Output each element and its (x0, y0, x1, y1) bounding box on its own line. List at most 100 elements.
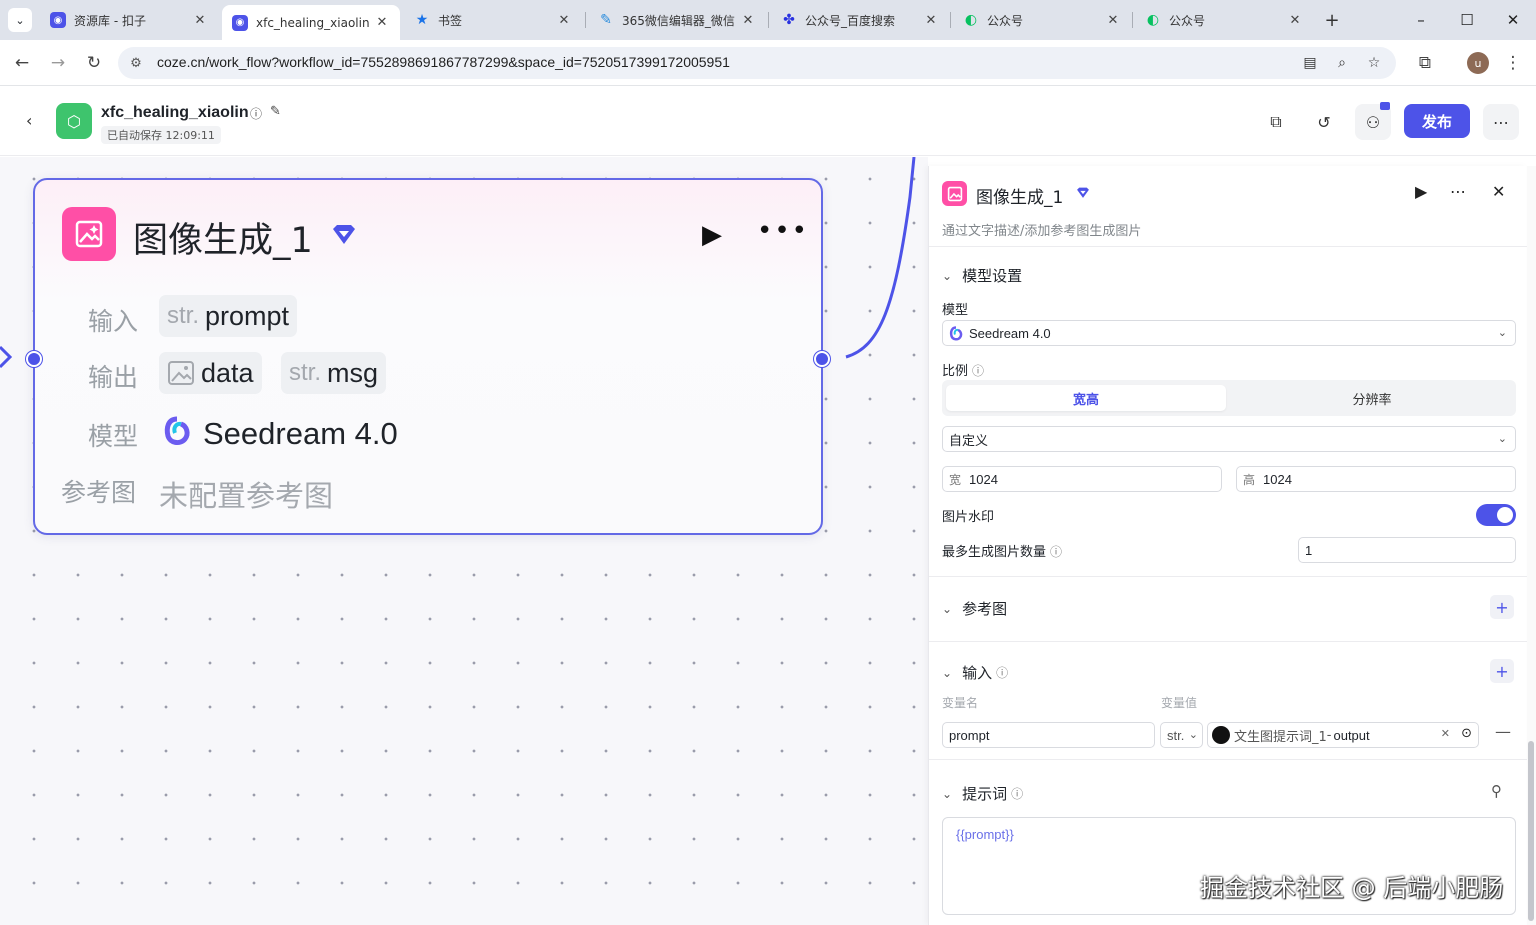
prompt-text: {{prompt}} (956, 827, 1014, 842)
height-input[interactable]: 高 1024 (1236, 466, 1516, 492)
max-images-label-text: 最多生成图片数量 (942, 545, 1047, 560)
maximize-icon[interactable]: ☐ (1453, 6, 1481, 34)
close-tab-icon[interactable]: ✕ (1287, 13, 1303, 28)
edit-icon[interactable]: ✎ (270, 104, 281, 119)
node-config-panel: 图像生成_1 ▶ ⋯ ✕ 通过文字描述/添加参考图生成图片 ⌄ 模型设置 模型 … (928, 166, 1527, 925)
info-icon[interactable]: ⓘ (1011, 785, 1023, 802)
watermark-toggle[interactable] (1476, 504, 1516, 526)
image-type-icon (168, 361, 194, 385)
browser-menu-icon[interactable]: ⋮ (1500, 50, 1526, 76)
add-input-button[interactable]: + (1490, 659, 1514, 683)
ratio-select[interactable]: 自定义 ⌄ (942, 426, 1516, 452)
reload-icon[interactable]: ↻ (81, 50, 107, 76)
bookmark-star-icon[interactable]: ☆ (1364, 53, 1384, 73)
back-arrow-icon[interactable]: ← (9, 50, 35, 76)
reference-image-section[interactable]: ⌄ 参考图 (942, 598, 1007, 619)
variable-name-input[interactable]: prompt (942, 722, 1155, 748)
tab-title: 公众号_百度搜索 (805, 13, 896, 28)
close-tab-icon[interactable]: ✕ (374, 15, 390, 30)
new-tab-button[interactable]: + (1320, 8, 1344, 32)
info-icon[interactable]: ⓘ (1050, 545, 1062, 559)
output-port[interactable] (814, 351, 830, 367)
coze-icon: ◉ (50, 12, 66, 28)
reference-image-label: 参考图 (61, 478, 137, 507)
height-prefix: 高 (1243, 472, 1256, 487)
variable-picker-icon[interactable]: ⊙ (1461, 726, 1472, 741)
browser-tab-active[interactable]: ◉ xfc_healing_xiaolin ✕ (222, 5, 400, 40)
copy-icon[interactable]: ⧉ (1258, 104, 1294, 140)
model-select-value: Seedream 4.0 (969, 325, 1051, 341)
info-icon[interactable]: ⓘ (972, 364, 984, 378)
section-title: 输入 (962, 664, 993, 682)
lightbulb-icon[interactable]: ⚲ (1491, 782, 1502, 800)
browser-tab[interactable]: ★ 书签 ✕ (404, 5, 582, 35)
node-avatar-icon (1212, 726, 1230, 744)
close-window-icon[interactable]: ✕ (1499, 6, 1527, 34)
add-reference-image-button[interactable]: + (1490, 595, 1514, 619)
input-variable-chip: str. prompt (159, 295, 298, 337)
max-images-input[interactable]: 1 (1298, 537, 1516, 563)
model-value: Seedream 4.0 (203, 416, 398, 451)
node-more-icon[interactable]: ••• (757, 216, 809, 246)
clear-icon[interactable]: ✕ (1441, 727, 1450, 740)
close-tab-icon[interactable]: ✕ (556, 13, 572, 28)
browser-tab[interactable]: ◐ 公众号 ✕ (1135, 5, 1313, 35)
zoom-icon[interactable]: ⌕ (1332, 53, 1352, 73)
info-icon[interactable]: ⓘ (250, 105, 262, 122)
history-icon[interactable]: ↺ (1306, 104, 1342, 140)
close-tab-icon[interactable]: ✕ (923, 13, 939, 28)
info-icon[interactable]: ⓘ (996, 664, 1008, 681)
tab-search-button[interactable]: ⌄ (8, 8, 32, 32)
browser-toolbar: ← → ↻ ⚙ coze.cn/work_flow?workflow_id=75… (0, 40, 1536, 86)
browser-tab[interactable]: ✤ 公众号_百度搜索 ✕ (771, 5, 949, 35)
more-icon[interactable]: ⋯ (1483, 104, 1519, 140)
prompt-section[interactable]: ⌄ 提示词 ⓘ (942, 783, 1023, 804)
width-input[interactable]: 宽 1024 (942, 466, 1222, 492)
site-info-icon[interactable]: ⚙ (126, 53, 146, 73)
minimize-icon[interactable]: – (1407, 6, 1435, 34)
close-tab-icon[interactable]: ✕ (1105, 13, 1121, 28)
ratio-select-value: 自定义 (949, 432, 989, 448)
browser-tab[interactable]: ✎ 365微信编辑器_微信 ✕ (588, 5, 766, 35)
chevron-down-icon: ⌄ (942, 268, 953, 283)
close-tab-icon[interactable]: ✕ (192, 13, 208, 28)
back-chevron-icon[interactable]: ‹ (26, 111, 32, 130)
close-panel-icon[interactable]: ✕ (1492, 182, 1505, 201)
browser-tab[interactable]: ◉ 资源库 - 扣子 ✕ (40, 5, 218, 35)
tab-width-height[interactable]: 宽高 (946, 385, 1226, 411)
browser-tab[interactable]: ◐ 公众号 ✕ (953, 5, 1131, 35)
model-select[interactable]: Seedream 4.0 ⌄ (942, 320, 1516, 346)
wechat-icon: ◐ (1146, 12, 1160, 28)
star-icon: ★ (415, 12, 429, 28)
divider (929, 759, 1527, 760)
input-section[interactable]: ⌄ 输入 ⓘ (942, 662, 1008, 683)
premium-badge-icon (1380, 102, 1390, 110)
clipboard-icon[interactable]: ▤ (1300, 53, 1320, 73)
model-settings-section[interactable]: ⌄ 模型设置 (942, 265, 1022, 286)
workflow-canvas[interactable]: 图像生成_1 ▶ ••• 输入 str. prompt 输出 data str.… (0, 157, 928, 925)
run-icon[interactable]: ▶ (1415, 182, 1427, 201)
variable-type-select[interactable]: str. ⌄ (1160, 722, 1203, 748)
image-generation-node[interactable]: 图像生成_1 ▶ ••• 输入 str. prompt 输出 data str.… (33, 178, 823, 535)
publish-button[interactable]: 发布 (1404, 104, 1470, 138)
forward-arrow-icon[interactable]: → (45, 50, 71, 76)
divider (929, 641, 1527, 642)
output-variable-chip: str. msg (281, 352, 387, 394)
scrollbar-thumb[interactable] (1528, 741, 1534, 921)
extensions-icon[interactable]: ⧉ (1412, 50, 1438, 76)
input-port[interactable] (26, 351, 42, 367)
address-bar[interactable]: ⚙ coze.cn/work_flow?workflow_id=75528986… (118, 47, 1396, 79)
baidu-icon: ✤ (783, 12, 795, 28)
remove-input-icon[interactable]: — (1495, 722, 1511, 741)
url-text[interactable]: coze.cn/work_flow?workflow_id=7552898691… (157, 54, 730, 70)
tab-title: 365微信编辑器_微信 (622, 13, 735, 28)
panel-scrollbar[interactable] (1527, 166, 1536, 925)
profile-avatar[interactable]: u (1467, 52, 1489, 74)
close-tab-icon[interactable]: ✕ (740, 13, 756, 28)
reference-node-name: 文生图提示词_1 (1234, 729, 1327, 745)
tab-resolution[interactable]: 分辨率 (1232, 385, 1512, 411)
run-icon[interactable]: ▶ (702, 220, 722, 250)
variable-reference[interactable]: 文生图提示词_1 - output ✕ ⊙ (1207, 722, 1479, 748)
tab-title: xfc_healing_xiaolin (256, 15, 370, 30)
panel-more-icon[interactable]: ⋯ (1450, 182, 1466, 201)
